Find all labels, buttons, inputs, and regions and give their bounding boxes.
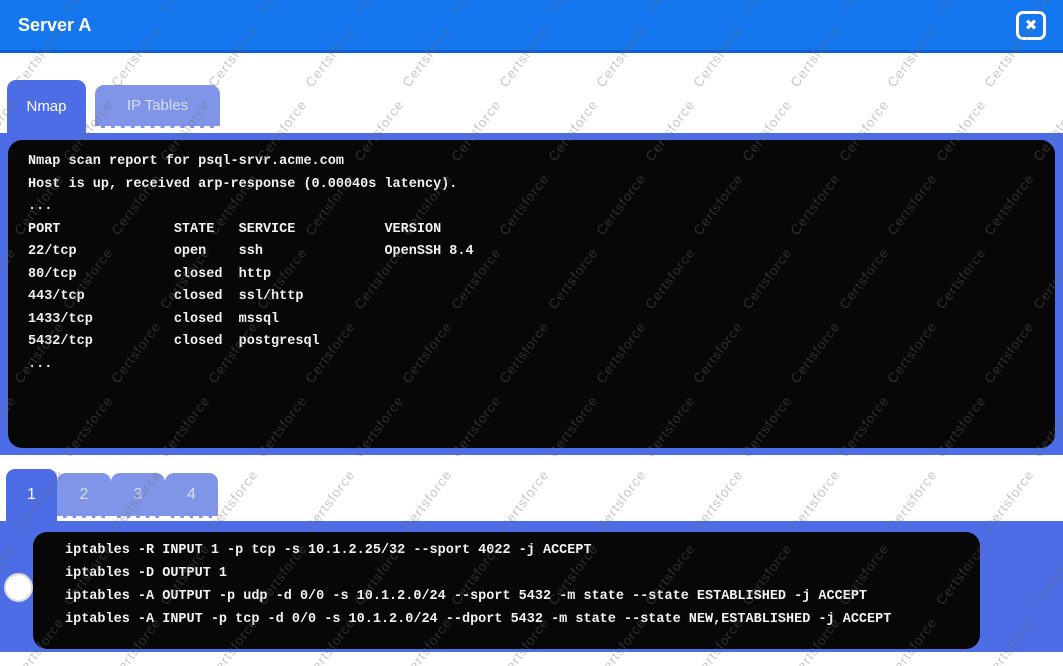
window-title: Server A (18, 15, 91, 36)
title-bar: Server A ✖ (0, 0, 1063, 53)
tab-rule-2[interactable]: 2 (57, 473, 111, 518)
tab-rule-3-label: 3 (134, 486, 143, 504)
tab-rule-2-label: 2 (80, 486, 89, 504)
tab-rule-1-label: 1 (27, 486, 36, 504)
tab-nmap[interactable]: Nmap (7, 80, 86, 133)
tab-rule-4-label: 4 (187, 486, 196, 504)
nmap-scan-output: Nmap scan report for psql-srvr.acme.com … (8, 140, 1055, 448)
tab-rule-3[interactable]: 3 (111, 473, 165, 518)
iptables-panel: iptables -R INPUT 1 -p tcp -s 10.1.2.25/… (0, 521, 1063, 652)
tab-nmap-label: Nmap (26, 98, 66, 115)
close-icon: ✖ (1025, 18, 1038, 33)
server-a-dialog: Server A ✖ Nmap IP Tables Nmap scan repo… (0, 0, 1063, 666)
tab-ip-tables[interactable]: IP Tables (95, 85, 220, 128)
close-button[interactable]: ✖ (1016, 11, 1046, 40)
tab-rule-4[interactable]: 4 (165, 473, 218, 518)
tab-ip-tables-label: IP Tables (127, 97, 188, 114)
iptables-rules-output: iptables -R INPUT 1 -p tcp -s 10.1.2.25/… (33, 532, 980, 649)
tab-rule-1[interactable]: 1 (6, 469, 57, 521)
answer-radio[interactable] (4, 573, 33, 602)
nmap-panel: Nmap scan report for psql-srvr.acme.com … (0, 133, 1063, 455)
